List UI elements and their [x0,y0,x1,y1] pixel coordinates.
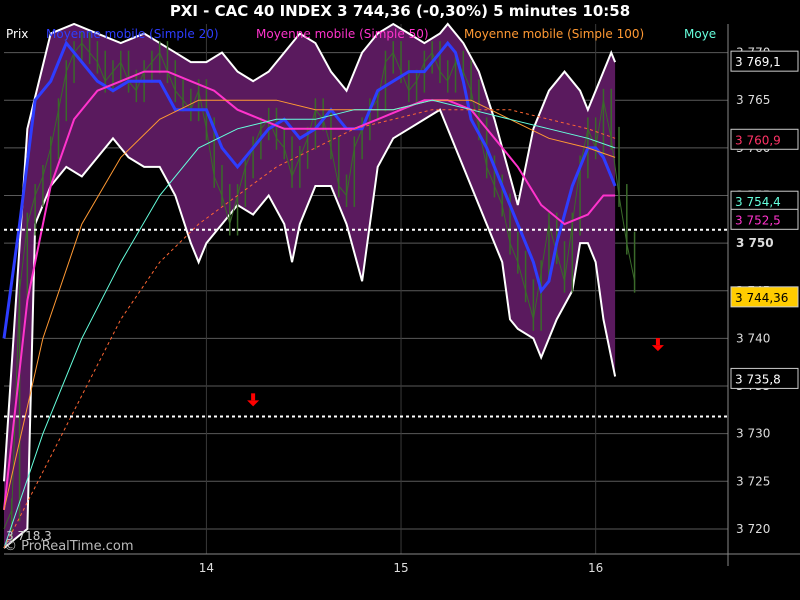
watermark: © ProRealTime.com [4,539,134,554]
price-tag-label: 3 754,4 [735,195,781,209]
price-tag-label: 3 744,36 [735,291,788,305]
signal-arrows [247,338,664,407]
price-tag-label: 3 735,8 [735,372,781,386]
signal-arrow-icon [651,338,664,352]
price-tag: 3 760,9 [730,128,799,150]
y-tick-label: 3 730 [736,427,770,441]
price-tag: 3 769,1 [730,50,799,72]
legend: Prix Moyenne mobile (Simple 20) Moyenne mo… [6,27,716,41]
legend-item: Moye [684,27,716,41]
price-tag-label: 3 752,5 [735,213,781,227]
y-tick-label: 3 750 [736,236,774,250]
legend-item: Moyenne mobile (Simple 20) [46,27,219,41]
band-fill [4,24,616,548]
price-tag-label: 3 760,9 [735,133,781,147]
y-tick-label: 3 725 [736,474,770,488]
legend-item: Moyenne mobile (Simple 50) [256,27,429,41]
signal-arrow-shaft [655,338,660,346]
price-tag-label: 3 769,1 [735,55,781,69]
y-tick-label: 3 720 [736,522,770,536]
x-tick-label: 16 [588,561,603,575]
x-tick-label: 14 [199,561,214,575]
signal-arrow-shaft [251,393,256,401]
price-tag: 3 754,4 [730,190,799,212]
signal-arrow-icon [247,393,260,407]
price-tag: 3 752,5 [730,208,799,230]
signal-arrow-head [247,400,260,407]
price-tag: 3 735,8 [730,367,799,389]
legend-item: Moyenne mobile (Simple 100) [464,27,644,41]
legend-item: Prix [6,27,28,41]
x-tick-label: 15 [393,561,408,575]
signal-arrow-head [651,345,664,352]
y-tick-label: 3 740 [736,331,770,345]
envelope-band [3,22,617,549]
price-tag: 3 744,36 [730,286,799,308]
price-chart[interactable]: 3 7203 7253 7303 7353 7403 7453 7503 755… [0,0,800,600]
y-tick-label: 3 765 [736,93,770,107]
